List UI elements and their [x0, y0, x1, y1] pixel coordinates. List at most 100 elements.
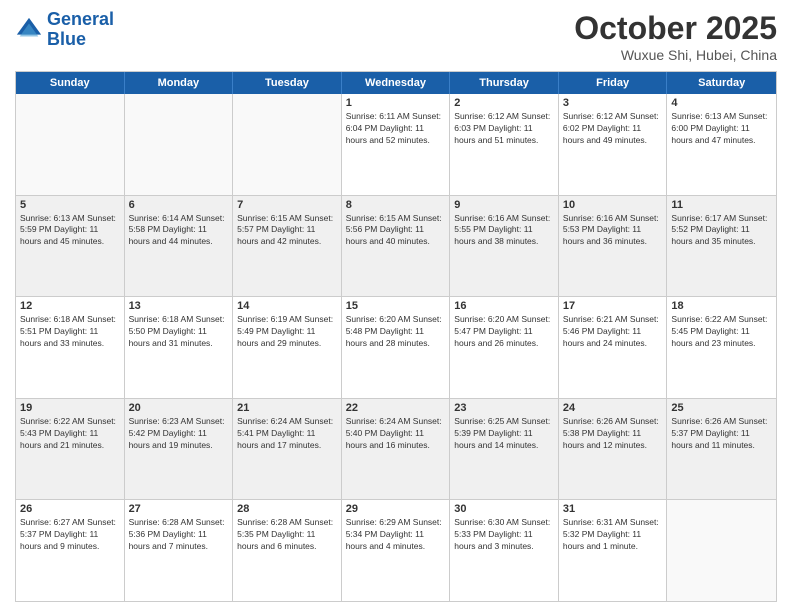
day-number: 2 — [454, 97, 554, 109]
day-number: 29 — [346, 503, 446, 515]
day-number: 9 — [454, 199, 554, 211]
day-number: 7 — [237, 199, 337, 211]
weekday-header-saturday: Saturday — [667, 72, 776, 94]
weekday-header-tuesday: Tuesday — [233, 72, 342, 94]
calendar-cell-day-22: 22Sunrise: 6:24 AM Sunset: 5:40 PM Dayli… — [342, 399, 451, 500]
weekday-header-thursday: Thursday — [450, 72, 559, 94]
day-number: 24 — [563, 402, 663, 414]
day-info: Sunrise: 6:29 AM Sunset: 5:34 PM Dayligh… — [346, 517, 446, 553]
logo-text: General Blue — [47, 10, 114, 50]
day-info: Sunrise: 6:24 AM Sunset: 5:41 PM Dayligh… — [237, 416, 337, 452]
day-info: Sunrise: 6:13 AM Sunset: 5:59 PM Dayligh… — [20, 213, 120, 249]
day-info: Sunrise: 6:27 AM Sunset: 5:37 PM Dayligh… — [20, 517, 120, 553]
day-number: 30 — [454, 503, 554, 515]
day-number: 11 — [671, 199, 772, 211]
day-number: 20 — [129, 402, 229, 414]
calendar-cell-day-1: 1Sunrise: 6:11 AM Sunset: 6:04 PM Daylig… — [342, 94, 451, 195]
day-info: Sunrise: 6:23 AM Sunset: 5:42 PM Dayligh… — [129, 416, 229, 452]
day-info: Sunrise: 6:12 AM Sunset: 6:02 PM Dayligh… — [563, 111, 663, 147]
calendar-row-4: 26 Sunrise: 6:27 AM Sunset: 5:37 PM Dayli… — [16, 499, 776, 601]
calendar-cell-empty — [233, 94, 342, 195]
calendar-body: 1Sunrise: 6:11 AM Sunset: 6:04 PM Daylig… — [16, 94, 776, 601]
day-number: 5 — [20, 199, 120, 211]
calendar-cell-empty — [16, 94, 125, 195]
weekday-header-sunday: Sunday — [16, 72, 125, 94]
day-info: Sunrise: 6:16 AM Sunset: 5:55 PM Dayligh… — [454, 213, 554, 249]
weekday-header-monday: Monday — [125, 72, 234, 94]
calendar-cell-day-12: 12Sunrise: 6:18 AM Sunset: 5:51 PM Dayli… — [16, 297, 125, 398]
day-number: 15 — [346, 300, 446, 312]
day-info: Sunrise: 6:28 AM Sunset: 5:35 PM Dayligh… — [237, 517, 337, 553]
day-info: Sunrise: 6:12 AM Sunset: 6:03 PM Dayligh… — [454, 111, 554, 147]
month-title: October 2025 — [574, 10, 777, 47]
day-number: 1 — [346, 97, 446, 109]
day-info: Sunrise: 6:20 AM Sunset: 5:47 PM Dayligh… — [454, 314, 554, 350]
calendar-cell-day-29: 29 Sunrise: 6:29 AM Sunset: 5:34 PM Dayli… — [342, 500, 451, 601]
day-info: Sunrise: 6:21 AM Sunset: 5:46 PM Dayligh… — [563, 314, 663, 350]
calendar-cell-day-20: 20 Sunrise: 6:23 AM Sunset: 5:42 PM Dayli… — [125, 399, 234, 500]
day-number: 16 — [454, 300, 554, 312]
calendar-cell-day-5: 5 Sunrise: 6:13 AM Sunset: 5:59 PM Daylig… — [16, 196, 125, 297]
day-number: 31 — [563, 503, 663, 515]
day-number: 12 — [20, 300, 120, 312]
calendar-row-3: 19 Sunrise: 6:22 AM Sunset: 5:43 PM Dayli… — [16, 398, 776, 500]
day-number: 13 — [129, 300, 229, 312]
calendar-cell-day-13: 13 Sunrise: 6:18 AM Sunset: 5:50 PM Dayli… — [125, 297, 234, 398]
calendar-cell-empty — [667, 500, 776, 601]
day-info: Sunrise: 6:26 AM Sunset: 5:37 PM Dayligh… — [671, 416, 772, 452]
day-info: Sunrise: 6:13 AM Sunset: 6:00 PM Dayligh… — [671, 111, 772, 147]
page: General Blue October 2025 Wuxue Shi, Hub… — [0, 0, 792, 612]
day-number: 27 — [129, 503, 229, 515]
day-info: Sunrise: 6:17 AM Sunset: 5:52 PM Dayligh… — [671, 213, 772, 249]
day-number: 14 — [237, 300, 337, 312]
calendar-cell-day-21: 21Sunrise: 6:24 AM Sunset: 5:41 PM Dayli… — [233, 399, 342, 500]
day-info: Sunrise: 6:22 AM Sunset: 5:45 PM Dayligh… — [671, 314, 772, 350]
day-info: Sunrise: 6:18 AM Sunset: 5:50 PM Dayligh… — [129, 314, 229, 350]
logo: General Blue — [15, 10, 114, 50]
day-info: Sunrise: 6:22 AM Sunset: 5:43 PM Dayligh… — [20, 416, 120, 452]
day-info: Sunrise: 6:19 AM Sunset: 5:49 PM Dayligh… — [237, 314, 337, 350]
calendar-cell-day-3: 3 Sunrise: 6:12 AM Sunset: 6:02 PM Daylig… — [559, 94, 668, 195]
day-number: 6 — [129, 199, 229, 211]
weekday-header-friday: Friday — [559, 72, 668, 94]
logo-line2: Blue — [47, 29, 86, 49]
day-number: 19 — [20, 402, 120, 414]
day-number: 18 — [671, 300, 772, 312]
day-number: 3 — [563, 97, 663, 109]
calendar-cell-day-17: 17 Sunrise: 6:21 AM Sunset: 5:46 PM Dayli… — [559, 297, 668, 398]
day-number: 26 — [20, 503, 120, 515]
title-block: October 2025 Wuxue Shi, Hubei, China — [574, 10, 777, 63]
calendar-cell-day-7: 7Sunrise: 6:15 AM Sunset: 5:57 PM Daylig… — [233, 196, 342, 297]
day-number: 10 — [563, 199, 663, 211]
calendar-cell-day-16: 16 Sunrise: 6:20 AM Sunset: 5:47 PM Dayli… — [450, 297, 559, 398]
location-subtitle: Wuxue Shi, Hubei, China — [574, 47, 777, 63]
day-info: Sunrise: 6:31 AM Sunset: 5:32 PM Dayligh… — [563, 517, 663, 553]
calendar-cell-day-9: 9 Sunrise: 6:16 AM Sunset: 5:55 PM Daylig… — [450, 196, 559, 297]
calendar-row-1: 5 Sunrise: 6:13 AM Sunset: 5:59 PM Daylig… — [16, 195, 776, 297]
calendar-cell-day-25: 25 Sunrise: 6:26 AM Sunset: 5:37 PM Dayli… — [667, 399, 776, 500]
logo-line1: General — [47, 9, 114, 29]
day-number: 25 — [671, 402, 772, 414]
calendar-cell-day-2: 2 Sunrise: 6:12 AM Sunset: 6:03 PM Daylig… — [450, 94, 559, 195]
calendar-cell-day-27: 27Sunrise: 6:28 AM Sunset: 5:36 PM Dayli… — [125, 500, 234, 601]
calendar-cell-day-8: 8 Sunrise: 6:15 AM Sunset: 5:56 PM Daylig… — [342, 196, 451, 297]
day-info: Sunrise: 6:16 AM Sunset: 5:53 PM Dayligh… — [563, 213, 663, 249]
day-info: Sunrise: 6:24 AM Sunset: 5:40 PM Dayligh… — [346, 416, 446, 452]
calendar-cell-day-26: 26 Sunrise: 6:27 AM Sunset: 5:37 PM Dayli… — [16, 500, 125, 601]
logo-icon — [15, 16, 43, 44]
day-info: Sunrise: 6:15 AM Sunset: 5:56 PM Dayligh… — [346, 213, 446, 249]
calendar-header: SundayMondayTuesdayWednesdayThursdayFrid… — [16, 72, 776, 94]
calendar-cell-day-14: 14 Sunrise: 6:19 AM Sunset: 5:49 PM Dayli… — [233, 297, 342, 398]
calendar-row-0: 1Sunrise: 6:11 AM Sunset: 6:04 PM Daylig… — [16, 94, 776, 195]
calendar-cell-day-4: 4Sunrise: 6:13 AM Sunset: 6:00 PM Daylig… — [667, 94, 776, 195]
calendar: SundayMondayTuesdayWednesdayThursdayFrid… — [15, 71, 777, 602]
calendar-cell-empty — [125, 94, 234, 195]
weekday-header-wednesday: Wednesday — [342, 72, 451, 94]
calendar-cell-day-18: 18 Sunrise: 6:22 AM Sunset: 5:45 PM Dayli… — [667, 297, 776, 398]
calendar-cell-day-31: 31 Sunrise: 6:31 AM Sunset: 5:32 PM Dayli… — [559, 500, 668, 601]
day-info: Sunrise: 6:20 AM Sunset: 5:48 PM Dayligh… — [346, 314, 446, 350]
day-number: 8 — [346, 199, 446, 211]
calendar-cell-day-23: 23Sunrise: 6:25 AM Sunset: 5:39 PM Dayli… — [450, 399, 559, 500]
day-number: 17 — [563, 300, 663, 312]
day-info: Sunrise: 6:14 AM Sunset: 5:58 PM Dayligh… — [129, 213, 229, 249]
